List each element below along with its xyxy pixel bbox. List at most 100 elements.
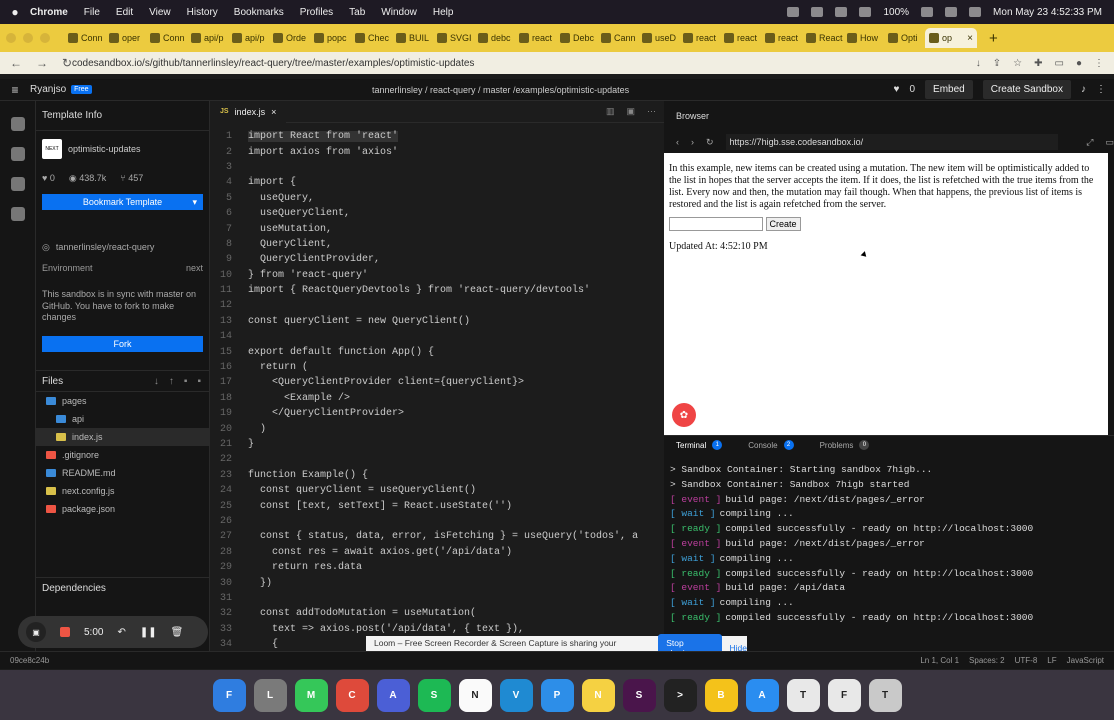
code-line[interactable]: 12 — [210, 298, 664, 313]
bitwarden-icon[interactable]: B — [704, 678, 738, 712]
heart-icon[interactable]: ♥ — [894, 84, 900, 95]
code-line[interactable]: 4 import { — [210, 175, 664, 190]
browser-tab[interactable]: react — [720, 28, 761, 48]
code-line[interactable]: 27 const { status, data, error, isFetchi… — [210, 529, 664, 544]
browser-tab[interactable]: Conn — [146, 28, 187, 48]
browser-tab[interactable]: Cann — [597, 28, 638, 48]
terminal-output[interactable]: > Sandbox Container: Starting sandbox 7h… — [664, 454, 1114, 627]
code-line[interactable]: 25 const [text, setText] = React.useStat… — [210, 498, 664, 513]
status-icon[interactable] — [787, 7, 800, 17]
file-item[interactable]: README.md — [36, 464, 209, 482]
browser-tab[interactable]: popc — [310, 28, 351, 48]
todo-input[interactable] — [669, 217, 763, 231]
react-query-devtools-icon[interactable]: ✿ — [672, 403, 696, 427]
close-tab-icon[interactable]: × — [967, 33, 973, 44]
rocket-icon[interactable] — [10, 177, 25, 191]
code-line[interactable]: 15 export default function App() { — [210, 344, 664, 359]
zoom-window-button[interactable] — [40, 33, 50, 43]
files-icon[interactable]: F — [827, 678, 861, 712]
more-icon[interactable]: ⋯ — [647, 106, 656, 117]
browser-tab[interactable]: How — [843, 28, 884, 48]
file-item[interactable]: .gitignore — [36, 446, 209, 464]
back-icon[interactable]: ‹ — [676, 137, 679, 147]
new-tab-button[interactable]: + — [989, 30, 998, 47]
code-line[interactable]: 28 const res = await axios.get('/api/dat… — [210, 545, 664, 560]
tab-terminal[interactable]: Terminal 1 — [676, 440, 723, 450]
code-line[interactable]: 1 import React from 'react' — [210, 129, 664, 144]
editor-tab[interactable]: JS index.js × — [210, 100, 287, 123]
trash-icon[interactable]: T — [868, 678, 902, 712]
menu-icon[interactable]: ≡ — [0, 83, 30, 97]
gear-icon[interactable] — [10, 147, 25, 161]
sidebar-icon[interactable]: ▭ — [1055, 58, 1064, 69]
browser-tab[interactable]: api/p — [187, 28, 228, 48]
browser-tab[interactable]: React — [802, 28, 843, 48]
reload-icon[interactable]: ↻ — [706, 137, 714, 148]
undo-icon[interactable]: ↶ — [117, 627, 125, 638]
control-center-icon[interactable] — [969, 7, 982, 17]
menu-edit[interactable]: Edit — [116, 7, 133, 18]
close-window-button[interactable] — [6, 33, 16, 43]
menu-history[interactable]: History — [187, 7, 218, 18]
browser-tab[interactable]: SVGI — [433, 28, 474, 48]
language[interactable]: JavaScript — [1067, 656, 1104, 665]
stop-recording-icon[interactable] — [60, 627, 70, 637]
code-line[interactable]: 33 text => axios.post('/api/data', { tex… — [210, 622, 664, 637]
repo-breadcrumb[interactable]: tannerlinsley / react-query / master /ex… — [372, 85, 629, 95]
app2-icon[interactable]: P — [540, 678, 574, 712]
menu-view[interactable]: View — [149, 7, 171, 18]
cube-icon[interactable] — [10, 117, 25, 131]
vscode-icon[interactable]: V — [499, 678, 533, 712]
create-button[interactable]: Create — [765, 217, 801, 231]
bookmark-template-button[interactable]: Bookmark Template ▾ — [42, 194, 203, 210]
spotify-icon[interactable]: S — [417, 678, 451, 712]
browser-tab[interactable]: Debc — [556, 28, 597, 48]
messages-icon[interactable]: M — [294, 678, 328, 712]
browser-tab[interactable]: debc — [474, 28, 515, 48]
browser-tab[interactable]: Orde — [269, 28, 310, 48]
cursor-position[interactable]: Ln 1, Col 1 — [920, 656, 959, 665]
code-line[interactable]: 17 <QueryClientProvider client={queryCli… — [210, 375, 664, 390]
minimize-window-button[interactable] — [23, 33, 33, 43]
bluetooth-icon[interactable] — [835, 7, 848, 17]
notion-icon[interactable]: N — [458, 678, 492, 712]
new-folder-icon[interactable]: ▪ — [197, 376, 201, 387]
menu-window[interactable]: Window — [381, 7, 417, 18]
upload-icon[interactable]: ↑ — [169, 376, 174, 387]
tab-console[interactable]: Console 2 — [748, 440, 794, 450]
template-info-header[interactable]: Template Info — [36, 101, 209, 131]
url-field[interactable]: codesandbox.io/s/github/tannerlinsley/re… — [72, 58, 976, 69]
file-item[interactable]: pages — [36, 392, 209, 410]
eol[interactable]: LF — [1047, 656, 1056, 665]
profile-icon[interactable]: ● — [1076, 58, 1082, 69]
browser-tab[interactable]: Chec — [351, 28, 392, 48]
app-icon[interactable]: A — [376, 678, 410, 712]
browser-tab[interactable]: Opti — [884, 28, 925, 48]
embed-button[interactable]: Embed — [925, 80, 973, 99]
clock[interactable]: Mon May 23 4:52:33 PM — [993, 7, 1102, 18]
file-item-active[interactable]: index.js — [36, 428, 209, 447]
split-icon[interactable]: ▥ — [606, 106, 615, 117]
menu-tab[interactable]: Tab — [349, 7, 365, 18]
code-line[interactable]: 11 import { ReactQueryDevtools } from 're… — [210, 283, 664, 298]
code-line[interactable]: 6 useQueryClient, — [210, 206, 664, 221]
chevron-down-icon[interactable]: ▾ — [192, 197, 197, 208]
preview-icon[interactable]: ▣ — [626, 106, 635, 117]
browser-tab[interactable]: Conn — [64, 28, 105, 48]
code-line[interactable]: 23 function Example() { — [210, 468, 664, 483]
finder-icon[interactable]: F — [212, 678, 246, 712]
browser-tab[interactable]: react — [761, 28, 802, 48]
code-line[interactable]: 32 const addTodoMutation = useMutation( — [210, 606, 664, 621]
code-line[interactable]: 8 QueryClient, — [210, 237, 664, 252]
code-line[interactable]: 21} — [210, 437, 664, 452]
create-sandbox-button[interactable]: Create Sandbox — [982, 80, 1071, 99]
encoding[interactable]: UTF-8 — [1015, 656, 1038, 665]
code-line[interactable]: 2 import axios from 'axios' — [210, 144, 664, 159]
appstore-icon[interactable]: A — [745, 678, 779, 712]
star-icon[interactable]: ☆ — [1013, 58, 1022, 69]
notes-icon[interactable]: N — [581, 678, 615, 712]
gear-icon[interactable] — [811, 7, 824, 17]
download-icon[interactable]: ↓ — [976, 58, 981, 69]
fork-button[interactable]: Fork — [42, 336, 203, 353]
menu-bookmarks[interactable]: Bookmarks — [234, 7, 284, 18]
